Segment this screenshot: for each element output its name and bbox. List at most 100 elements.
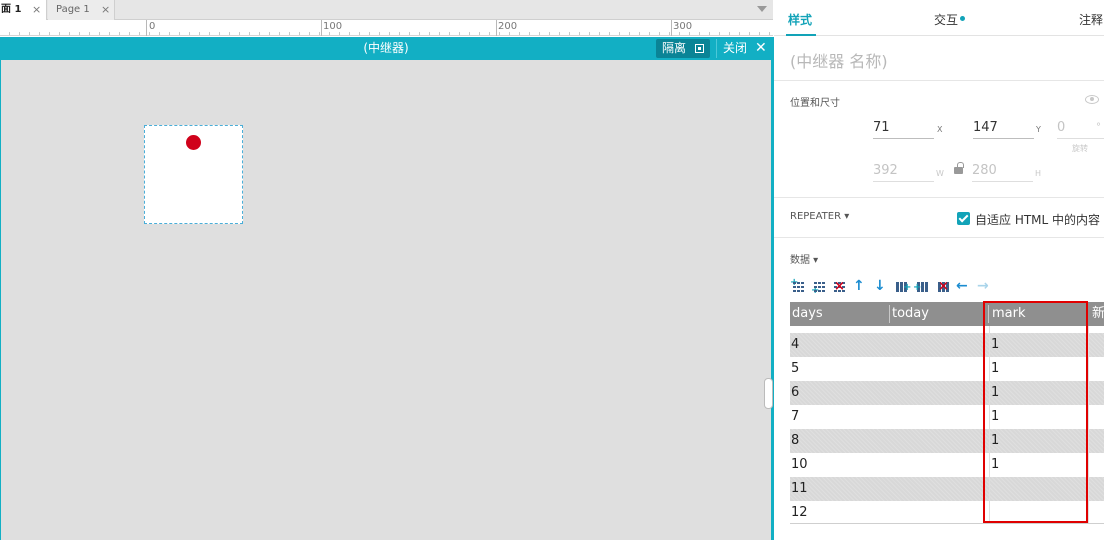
- dataset-grid[interactable]: days today mark 新 341516171811011112: [790, 302, 1104, 524]
- table-row[interactable]: 41: [790, 333, 1104, 357]
- eye-icon[interactable]: [1085, 95, 1099, 104]
- divider: [774, 197, 1104, 198]
- tab-interactions[interactable]: 交互: [934, 11, 958, 28]
- table-row[interactable]: 81: [790, 429, 1104, 453]
- active-tab-indicator: [786, 34, 816, 36]
- table-row[interactable]: 3: [790, 326, 1104, 333]
- table-cell-mark[interactable]: 1: [991, 381, 999, 405]
- widget-name-input[interactable]: (中继器 名称): [790, 48, 888, 72]
- ruler-major-tick: [671, 20, 672, 36]
- table-row[interactable]: 10 1: [790, 453, 1104, 477]
- grid-body: 341516171811011112: [790, 326, 1104, 523]
- table-cell-mark[interactable]: 1: [991, 453, 999, 477]
- tab-dropdown-icon[interactable]: [757, 6, 767, 12]
- table-cell-days[interactable]: 4: [791, 333, 799, 357]
- table-cell-mark[interactable]: 1: [991, 429, 999, 453]
- table-cell-days[interactable]: 10: [791, 453, 808, 477]
- rotation-label: 旋转: [1072, 144, 1088, 153]
- insert-column-left-icon[interactable]: +: [893, 279, 911, 295]
- y-label: Y: [1036, 125, 1041, 134]
- tab-notes[interactable]: 注释: [1079, 11, 1103, 28]
- inspector-panel: 样式 交互 注释 (中继器 名称) 位置和尺寸 71 X 147 Y 0 ° 旋…: [774, 0, 1104, 540]
- ruler-label: 0: [149, 21, 156, 32]
- panel-resize-handle[interactable]: [764, 378, 773, 409]
- column-separator[interactable]: [988, 305, 989, 323]
- interactions-indicator-dot: [960, 16, 965, 21]
- ruler-major-tick: [496, 20, 497, 36]
- tab-page-1-active[interactable]: 面 1 ×: [0, 0, 47, 20]
- insert-row-below-icon[interactable]: +: [811, 279, 827, 296]
- insert-row-above-icon[interactable]: +: [790, 278, 806, 295]
- rotation-unit: °: [1096, 122, 1101, 133]
- table-cell-days[interactable]: 8: [791, 429, 799, 453]
- height-field[interactable]: 280: [972, 162, 1033, 182]
- lock-icon[interactable]: [954, 162, 964, 174]
- move-row-down-icon[interactable]: ↓: [873, 278, 889, 295]
- table-row[interactable]: 71: [790, 405, 1104, 429]
- tab-page-1[interactable]: Page 1 ×: [48, 0, 115, 20]
- column-header-new[interactable]: 新: [1090, 302, 1104, 326]
- ruler-label: 200: [498, 21, 518, 32]
- move-row-up-icon[interactable]: ↑: [852, 278, 868, 295]
- section-title-position: 位置和尺寸: [790, 98, 840, 109]
- table-cell-mark[interactable]: 1: [991, 357, 999, 381]
- insert-column-right-icon[interactable]: +: [913, 279, 930, 295]
- table-cell-mark[interactable]: 1: [991, 405, 999, 429]
- table-row[interactable]: 61: [790, 381, 1104, 405]
- table-cell-days[interactable]: 6: [791, 381, 799, 405]
- move-column-right-icon[interactable]: →: [976, 278, 992, 295]
- table-cell-days[interactable]: 11: [791, 477, 808, 501]
- divider: [774, 80, 1104, 81]
- column-divider: [1088, 326, 1089, 523]
- tab-style[interactable]: 样式: [788, 11, 812, 28]
- section-title-repeater[interactable]: REPEATER ▾: [790, 211, 849, 222]
- move-column-left-icon[interactable]: ←: [955, 278, 971, 295]
- isolate-button[interactable]: 隔离: [656, 39, 710, 58]
- ruler-label: 300: [673, 21, 693, 32]
- column-header-days[interactable]: days: [790, 302, 823, 326]
- horizontal-ruler: 0 100 200 300: [0, 20, 773, 36]
- ruler-major-tick: [321, 20, 322, 36]
- design-canvas[interactable]: [0, 60, 772, 540]
- grid-rows: 341516171811011112: [790, 326, 1104, 523]
- table-cell-days[interactable]: 7: [791, 405, 799, 429]
- close-icon[interactable]: ×: [32, 0, 41, 19]
- page-tab-bar: 面 1 × Page 1 ×: [0, 0, 773, 20]
- ruler-label: 100: [323, 21, 343, 32]
- table-row[interactable]: 11: [790, 477, 1104, 501]
- inspector-tabs: 样式 交互 注释: [774, 0, 1104, 36]
- divider: [774, 237, 1104, 238]
- table-row[interactable]: 12: [790, 501, 1104, 523]
- isolate-icon: [695, 44, 704, 53]
- table-row[interactable]: 51: [790, 357, 1104, 381]
- delete-row-icon[interactable]: ×: [831, 279, 847, 295]
- x-label: X: [937, 125, 943, 134]
- x-field[interactable]: 71: [873, 119, 934, 139]
- red-dot-shape[interactable]: [186, 135, 201, 150]
- close-icon[interactable]: ×: [101, 0, 110, 19]
- table-cell-mark[interactable]: 1: [991, 333, 999, 357]
- column-divider: [989, 326, 990, 523]
- table-cell-days[interactable]: 5: [791, 357, 799, 381]
- ruler-major-tick: [146, 20, 147, 36]
- height-label: H: [1035, 169, 1042, 178]
- grid-header: days today mark 新: [790, 302, 1104, 326]
- repeater-edit-bar: (中继器) 隔离 关闭 ✕: [0, 37, 772, 60]
- y-field[interactable]: 147: [973, 119, 1034, 139]
- table-cell-days[interactable]: 12: [791, 501, 808, 523]
- column-header-today[interactable]: today: [890, 302, 929, 326]
- tab-label: 面 1: [1, 4, 22, 15]
- width-label: W: [936, 169, 944, 178]
- section-title-data[interactable]: 数据 ▾: [790, 251, 818, 266]
- dataset-toolbar: + + × ↑ ↓ + + × ← →: [790, 278, 992, 296]
- tab-label: Page 1: [56, 4, 90, 15]
- isolate-label: 隔离: [662, 41, 687, 55]
- fit-html-checkbox[interactable]: [957, 212, 970, 225]
- width-field[interactable]: 392: [873, 162, 934, 182]
- column-header-mark[interactable]: mark: [990, 302, 1026, 326]
- fit-html-label[interactable]: 自适应 HTML 中的内容: [975, 211, 1100, 228]
- close-icon: ✕: [755, 40, 767, 56]
- close-repeater-button[interactable]: 关闭 ✕: [716, 39, 770, 58]
- table-cell-days[interactable]: 3: [791, 326, 799, 333]
- delete-column-icon[interactable]: ×: [935, 279, 951, 295]
